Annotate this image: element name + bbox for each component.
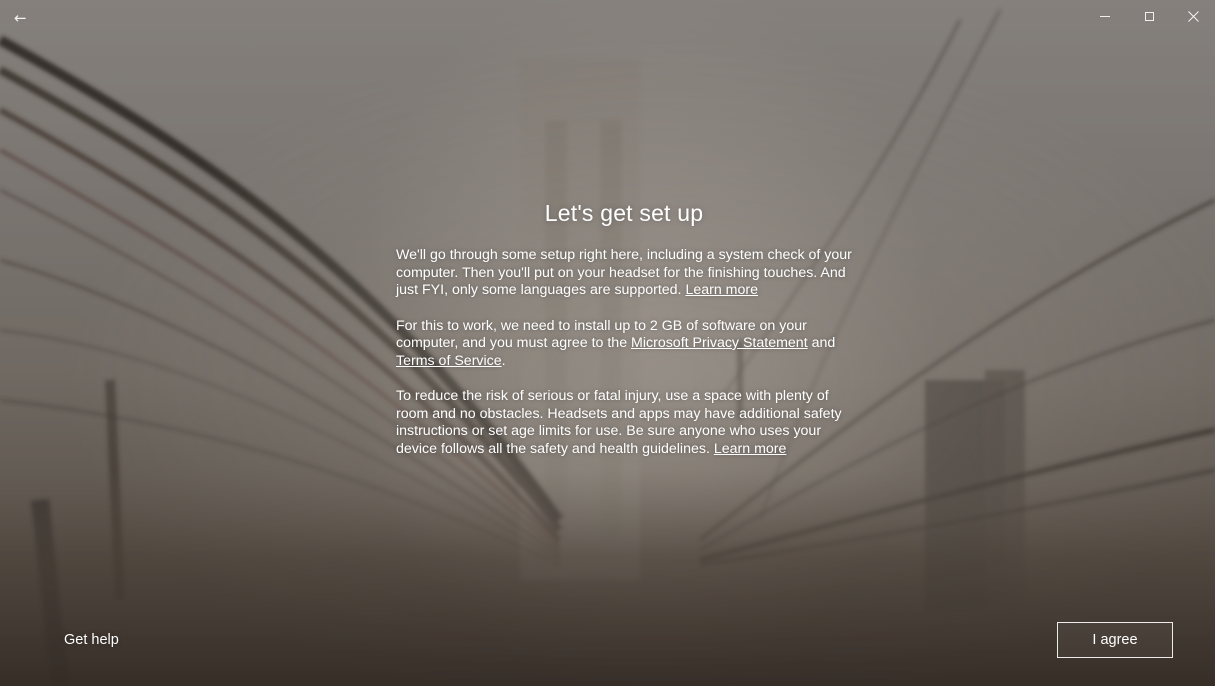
minimize-button[interactable] (1082, 0, 1128, 32)
minimize-icon (1100, 15, 1110, 17)
install-paragraph: For this to work, we need to install up … (396, 318, 852, 371)
i-agree-label: I agree (1092, 632, 1138, 648)
title-bar: ← (0, 0, 1215, 32)
setup-window: ← Let's get set up We'll go through some… (0, 0, 1215, 686)
maximize-button[interactable] (1126, 0, 1172, 32)
page-title: Let's get set up (544, 200, 704, 226)
terms-of-service-link[interactable]: Terms of Service (396, 353, 502, 369)
i-agree-button[interactable]: I agree (1057, 622, 1173, 658)
close-icon (1187, 10, 1199, 22)
safety-learn-more-link[interactable]: Learn more (714, 441, 787, 457)
setup-content: Let's get set up We'll go through some s… (396, 200, 852, 476)
get-help-link[interactable]: Get help (64, 632, 119, 648)
back-arrow-icon: ← (14, 9, 27, 27)
intro-text: We'll go through some setup right here, … (396, 247, 852, 298)
languages-learn-more-link[interactable]: Learn more (685, 282, 758, 298)
privacy-statement-link[interactable]: Microsoft Privacy Statement (631, 335, 808, 351)
back-button[interactable]: ← (14, 8, 46, 28)
period-text: . (501, 352, 506, 369)
intro-paragraph: We'll go through some setup right here, … (396, 247, 852, 300)
maximize-icon (1144, 11, 1154, 21)
and-text: and (807, 335, 836, 351)
safety-paragraph: To reduce the risk of serious or fatal i… (396, 388, 852, 458)
close-button[interactable] (1170, 0, 1215, 32)
